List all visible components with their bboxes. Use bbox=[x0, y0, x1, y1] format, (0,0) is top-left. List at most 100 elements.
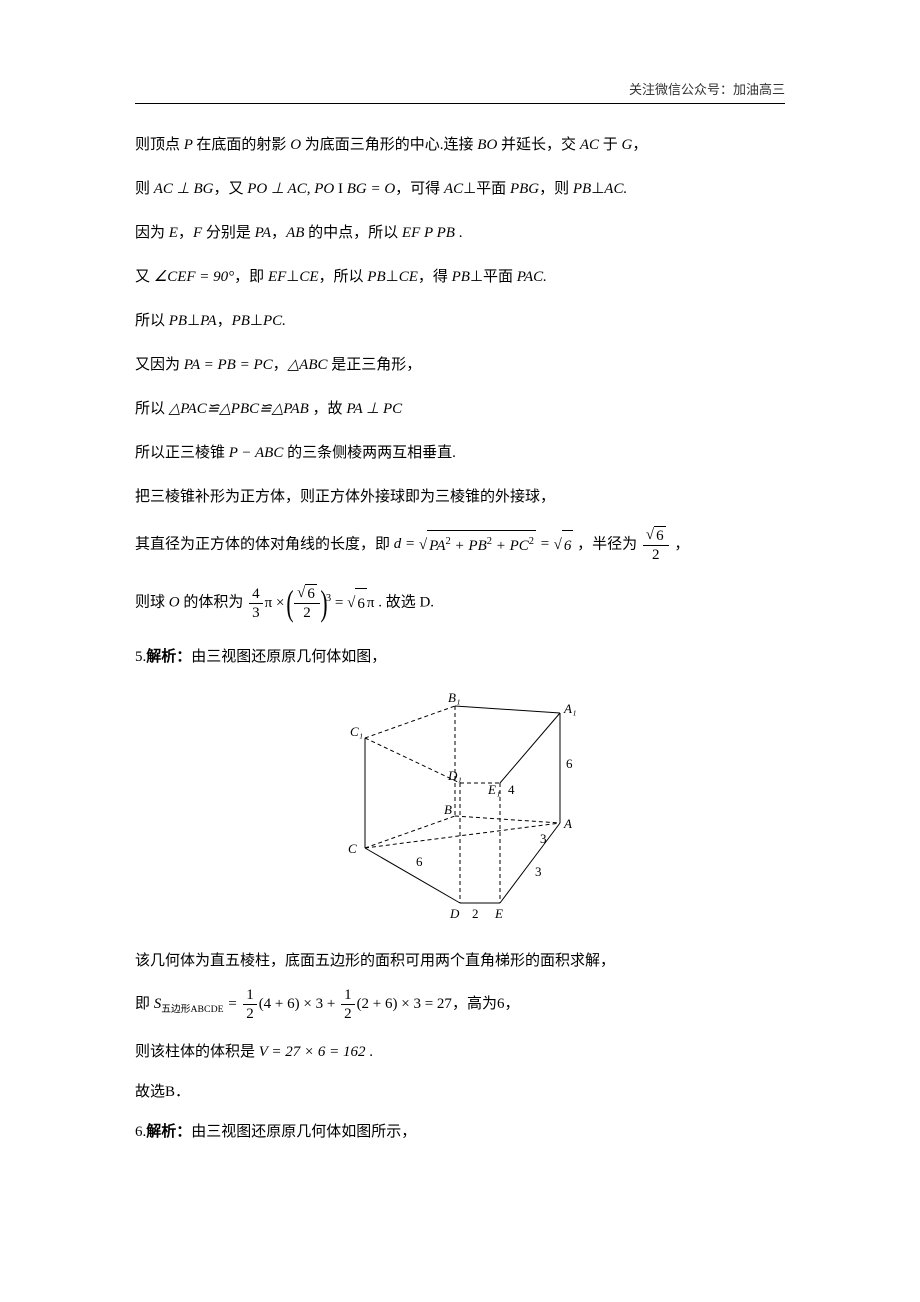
expr: PA ⊥ PC bbox=[346, 401, 402, 417]
t: ，又 bbox=[214, 181, 248, 197]
svg-text:4: 4 bbox=[508, 782, 515, 797]
t: 于 bbox=[603, 137, 622, 153]
t: 则该柱体的体积是 bbox=[135, 1044, 259, 1060]
svg-text:3: 3 bbox=[540, 831, 547, 846]
t: . 故选 D. bbox=[378, 595, 434, 611]
t: 该几何体为直五棱柱，底面五边形的面积可用两个直角梯形的面积求解， bbox=[135, 953, 615, 969]
v: PA bbox=[255, 225, 271, 241]
v: PA bbox=[200, 313, 216, 329]
v: PB bbox=[573, 181, 591, 197]
t: + bbox=[492, 538, 510, 554]
t: I bbox=[334, 181, 347, 197]
t: (4 + 6) × 3 + bbox=[259, 996, 339, 1012]
sub: 五边形ABCDE bbox=[161, 1004, 223, 1015]
t: ⊥ bbox=[386, 269, 399, 285]
text-line: 则 AC ⊥ BG，又 PO ⊥ AC, PO I BG = O，可得 AC⊥平… bbox=[135, 174, 785, 204]
t: ，半径为 bbox=[577, 536, 641, 552]
v: CE bbox=[299, 269, 318, 285]
expr: BG = O bbox=[347, 181, 395, 197]
n: 2 bbox=[643, 546, 669, 564]
expr-area: S五边形ABCDE = 12(4 + 6) × 3 + 12(2 + 6) × … bbox=[154, 996, 452, 1012]
v: EF bbox=[268, 269, 286, 285]
t: ， bbox=[217, 313, 232, 329]
v: PB bbox=[468, 538, 486, 554]
t: ，故 bbox=[309, 401, 347, 417]
t: 则球 bbox=[135, 595, 169, 611]
t: ，高为6， bbox=[452, 996, 520, 1012]
t: 在底面的射影 bbox=[196, 137, 290, 153]
t: 又因为 bbox=[135, 357, 184, 373]
svg-text:2: 2 bbox=[472, 906, 479, 921]
label-analysis: 解析： bbox=[146, 649, 191, 665]
t: ，得 bbox=[418, 269, 452, 285]
text-line: 该几何体为直五棱柱，底面五边形的面积可用两个直角梯形的面积求解， bbox=[135, 946, 785, 976]
expr-volume: 43π × (√62)3 = √6π bbox=[247, 595, 378, 611]
t: . bbox=[366, 1044, 374, 1060]
v: F bbox=[193, 225, 206, 241]
v: PA bbox=[429, 538, 445, 554]
t: 分别是 bbox=[206, 225, 255, 241]
t: 故选B． bbox=[135, 1084, 190, 1100]
t: ，可得 bbox=[395, 181, 444, 197]
svg-text:6: 6 bbox=[416, 854, 423, 869]
text-line: 故选B． bbox=[135, 1077, 785, 1107]
n: 1 bbox=[243, 986, 257, 1005]
problem-number: 5. bbox=[135, 649, 146, 665]
n: 6 bbox=[355, 588, 367, 619]
var-p: P bbox=[184, 137, 197, 153]
v: PAC. bbox=[517, 269, 547, 285]
frac-radius: √62 bbox=[643, 526, 669, 564]
t: ⊥平面 bbox=[463, 181, 510, 197]
t: 所以 bbox=[135, 313, 169, 329]
var-bo: BO bbox=[477, 137, 501, 153]
var-ac: AC bbox=[580, 137, 603, 153]
n: 6 bbox=[305, 584, 317, 603]
t: . bbox=[455, 225, 463, 241]
v: PC. bbox=[263, 313, 286, 329]
n: 4 bbox=[249, 585, 263, 604]
t: 又 bbox=[135, 269, 154, 285]
v: d = bbox=[394, 536, 419, 552]
t: = bbox=[536, 536, 554, 552]
t: = bbox=[224, 996, 242, 1012]
text-line: 把三棱锥补形为正方体，则正方体外接球即为三棱锥的外接球， bbox=[135, 482, 785, 512]
t: π bbox=[367, 595, 375, 611]
text-line: 所以 PB⊥PA，PB⊥PC. bbox=[135, 306, 785, 336]
t: π × bbox=[265, 595, 289, 611]
expr: ∠CEF = 90° bbox=[154, 269, 234, 285]
text-line: 其直径为正方体的体对角线的长度，即 d = √PA2 + PB2 + PC2 =… bbox=[135, 526, 785, 564]
t: (2 + 6) × 3 = 27 bbox=[357, 996, 452, 1012]
problem-5-header: 5.解析：由三视图还原原几何体如图， bbox=[135, 642, 785, 672]
t: ，则 bbox=[539, 181, 573, 197]
t: ⊥ bbox=[591, 181, 604, 197]
text-line: 所以 △PAC≌△PBC≌△PAB ，故 PA ⊥ PC bbox=[135, 394, 785, 424]
svg-text:D: D bbox=[449, 906, 460, 921]
t: 其直径为正方体的体对角线的长度，即 bbox=[135, 536, 394, 552]
t: 所以正三棱锥 bbox=[135, 445, 229, 461]
svg-text:E: E bbox=[494, 906, 503, 921]
text-line: 所以正三棱锥 P − ABC 的三条侧棱两两互相垂直. bbox=[135, 438, 785, 468]
t: ， bbox=[632, 137, 647, 153]
text-line: 则球 O 的体积为 43π × (√62)3 = √6π . 故选 D. bbox=[135, 584, 785, 622]
svg-text:C₁: C₁ bbox=[350, 724, 363, 739]
expr: △PAC≌△PBC≌△PAB bbox=[169, 401, 309, 417]
text-line: 又 ∠CEF = 90°，即 EF⊥CE，所以 PB⊥CE，得 PB⊥平面 PA… bbox=[135, 262, 785, 292]
v: PB bbox=[452, 269, 470, 285]
t: ， bbox=[178, 225, 193, 241]
expr: EF P PB bbox=[402, 225, 455, 241]
n: 2 bbox=[294, 604, 320, 622]
prism-svg: C₁ B₁ A₁ D₁ E₁ C B A D E 6 4 3 3 6 2 bbox=[330, 688, 590, 928]
t: 由三视图还原原几何体如图所示， bbox=[191, 1124, 416, 1140]
expr: △ABC bbox=[288, 357, 328, 373]
geometry-diagram: C₁ B₁ A₁ D₁ E₁ C B A D E 6 4 3 3 6 2 bbox=[135, 688, 785, 928]
t: ， bbox=[271, 225, 286, 241]
v: PB bbox=[169, 313, 187, 329]
v: O bbox=[169, 595, 184, 611]
text-line: 则该柱体的体积是 V = 27 × 6 = 162 . bbox=[135, 1037, 785, 1067]
t: ⊥ bbox=[250, 313, 263, 329]
text-line: 则顶点 P 在底面的射影 O 为底面三角形的中心.连接 BO 并延长，交 AC … bbox=[135, 130, 785, 160]
n: 6 bbox=[562, 530, 574, 561]
label-analysis: 解析： bbox=[146, 1124, 191, 1140]
n: 3 bbox=[249, 604, 263, 622]
expr: V = 27 × 6 = 162 bbox=[259, 1044, 366, 1060]
